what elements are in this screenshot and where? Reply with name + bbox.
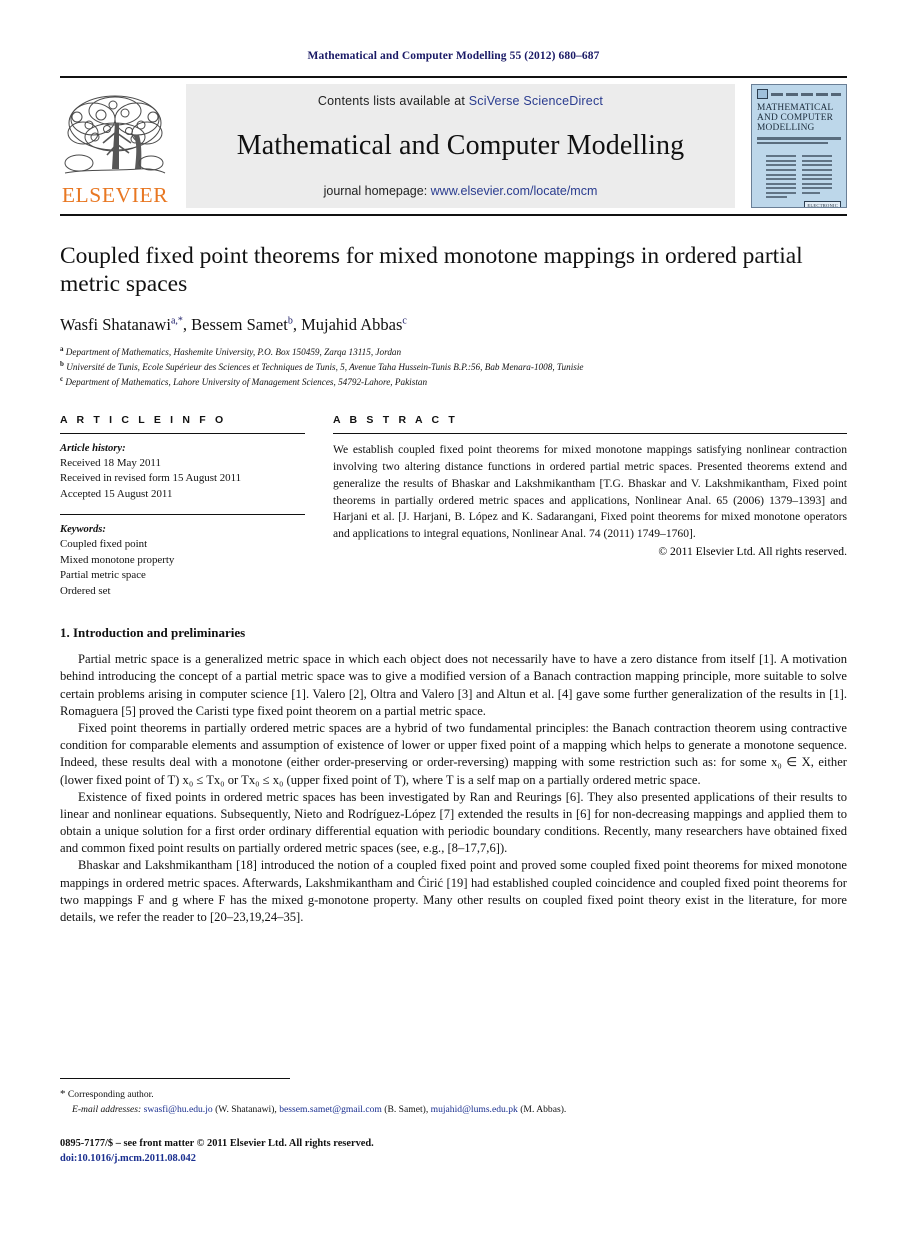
article-history-label: Article history: bbox=[60, 442, 126, 454]
cover-badge-icon bbox=[757, 89, 768, 99]
affiliation-text: Department of Mathematics, Hashemite Uni… bbox=[65, 346, 402, 357]
affiliation-item: c Department of Mathematics, Lahore Univ… bbox=[60, 374, 847, 389]
email-owner: (W. Shatanawi), bbox=[215, 1103, 277, 1115]
elsevier-wordmark: ELSEVIER bbox=[61, 182, 169, 207]
cover-subtitle-lines bbox=[757, 137, 841, 146]
email-addresses-line: E-mail addresses: swasfi@hu.edu.jo (W. S… bbox=[60, 1103, 850, 1117]
email-owner: (B. Samet), bbox=[384, 1103, 429, 1115]
history-item: Received in revised form 15 August 2011 bbox=[60, 472, 242, 485]
cover-sciencedirect-badge: ELECTRONIC ISSN bbox=[804, 201, 841, 208]
front-matter-text: 0895-7177/$ – see front matter © 2011 El… bbox=[60, 1138, 374, 1149]
title-block: Coupled fixed point theorems for mixed m… bbox=[60, 242, 847, 390]
cover-badge-line1: ELECTRONIC bbox=[807, 203, 838, 208]
body-paragraph: Fixed point theorems in partially ordere… bbox=[60, 720, 847, 787]
abstract-heading: A B S T R A C T bbox=[333, 413, 458, 426]
affiliation-text: Department of Mathematics, Lahore Univer… bbox=[65, 377, 428, 388]
keyword-item: Partial metric space bbox=[60, 569, 146, 582]
cover-title: MATHEMATICAL AND COMPUTER MODELLING bbox=[757, 103, 841, 133]
email-owner: (M. Abbas). bbox=[520, 1103, 567, 1115]
keyword-item: Mixed monotone property bbox=[60, 553, 175, 566]
affiliation-list: a Department of Mathematics, Hashemite U… bbox=[60, 344, 847, 390]
running-head: Mathematical and Computer Modelling 55 (… bbox=[307, 50, 600, 62]
cover-issue-line bbox=[771, 92, 841, 96]
cover-topline bbox=[757, 89, 841, 99]
page-title: Coupled fixed point theorems for mixed m… bbox=[60, 243, 803, 298]
author-name: Bessem Samet bbox=[191, 314, 288, 334]
body-paragraph: Bhaskar and Lakshmikantham [18] introduc… bbox=[60, 858, 847, 925]
body-paragraph: Existence of fixed points in ordered met… bbox=[60, 789, 847, 856]
affiliation-mark: c bbox=[60, 375, 64, 384]
abstract-column: A B S T R A C T We establish coupled fix… bbox=[333, 413, 847, 559]
journal-homepage-link[interactable]: www.elsevier.com/locate/mcm bbox=[431, 184, 598, 198]
article-info-heading: A R T I C L E I N F O bbox=[60, 413, 227, 426]
journal-title: Mathematical and Computer Modelling bbox=[236, 130, 685, 161]
email-link[interactable]: mujahid@lums.edu.pk bbox=[431, 1104, 518, 1115]
introduction-section: 1. Introduction and preliminaries Partia… bbox=[60, 625, 847, 926]
elsevier-logo: ELSEVIER bbox=[60, 84, 170, 208]
article-page: Mathematical and Computer Modelling 55 (… bbox=[0, 0, 907, 1238]
body-paragraph: Partial metric space is a generalized me… bbox=[60, 652, 847, 718]
affiliation-text: Université de Tunis, Ecole Supérieur des… bbox=[66, 362, 584, 373]
keywords-divider bbox=[60, 514, 305, 516]
sciencedirect-banner: Contents lists available at SciVerse Sci… bbox=[186, 84, 735, 208]
history-item: Accepted 15 August 2011 bbox=[60, 487, 173, 500]
contents-prefix: Contents lists available at bbox=[317, 94, 469, 108]
article-history: Article history: Received 18 May 2011 Re… bbox=[60, 441, 305, 502]
affiliation-mark: a bbox=[60, 344, 64, 353]
affiliation-item: a Department of Mathematics, Hashemite U… bbox=[60, 344, 847, 359]
corresponding-author-text: Corresponding author. bbox=[67, 1089, 154, 1100]
journal-masthead: ELSEVIER Contents lists available at Sci… bbox=[60, 76, 847, 216]
elsevier-tree-icon bbox=[64, 95, 166, 173]
email-addresses-label: E-mail addresses: bbox=[72, 1103, 142, 1115]
affiliation-item: b Université de Tunis, Ecole Supérieur d… bbox=[60, 359, 847, 374]
keyword-item: Coupled fixed point bbox=[60, 538, 148, 551]
author-name: Wasfi Shatanawi bbox=[60, 314, 171, 334]
keywords-label: Keywords: bbox=[60, 524, 106, 536]
affiliation-mark: b bbox=[60, 360, 64, 369]
author-mark: a,* bbox=[170, 315, 183, 327]
article-info-divider bbox=[60, 432, 305, 434]
abstract-copyright: © 2011 Elsevier Ltd. All rights reserved… bbox=[658, 545, 847, 559]
cover-footer: ELECTRONIC ISSN bbox=[757, 201, 841, 208]
email-link[interactable]: bessem.samet@gmail.com bbox=[279, 1104, 382, 1115]
abstract-divider bbox=[333, 432, 847, 434]
cover-column-left bbox=[766, 155, 796, 201]
homepage-prefix: journal homepage: bbox=[323, 184, 431, 198]
author-list: Wasfi Shatanawia,*, Bessem Sametb, Mujah… bbox=[60, 314, 407, 334]
doi-link[interactable]: doi:10.1016/j.mcm.2011.08.042 bbox=[60, 1151, 850, 1166]
corresponding-author-marker: * bbox=[60, 1088, 66, 1100]
keyword-item: Ordered set bbox=[60, 584, 111, 597]
article-info-column: A R T I C L E I N F O Article history: R… bbox=[60, 414, 305, 599]
cover-contents-columns bbox=[757, 155, 841, 201]
email-link[interactable]: swasfi@hu.edu.jo bbox=[144, 1104, 213, 1115]
corresponding-author-note: * Corresponding author. bbox=[60, 1086, 850, 1103]
contents-available-line: Contents lists available at SciVerse Sci… bbox=[318, 94, 603, 108]
history-item: Received 18 May 2011 bbox=[60, 456, 161, 469]
abstract-text: We establish coupled fixed point theorem… bbox=[333, 442, 847, 541]
footnote-block: * Corresponding author. E-mail addresses… bbox=[60, 1086, 850, 1117]
cover-title-line3: MODELLING bbox=[757, 122, 815, 133]
front-matter-block: 0895-7177/$ – see front matter © 2011 El… bbox=[60, 1136, 850, 1166]
author-mark: c bbox=[402, 315, 407, 327]
section-heading: 1. Introduction and preliminaries bbox=[60, 625, 246, 641]
keywords-block: Keywords: Coupled fixed point Mixed mono… bbox=[60, 522, 305, 599]
author-name: Mujahid Abbas bbox=[301, 314, 403, 334]
author-mark: b bbox=[287, 315, 293, 327]
footnote-divider bbox=[60, 1078, 290, 1079]
journal-homepage-line: journal homepage: www.elsevier.com/locat… bbox=[324, 184, 598, 198]
sciencedirect-link[interactable]: SciVerse ScienceDirect bbox=[469, 94, 603, 108]
cover-column-right bbox=[802, 155, 832, 201]
info-abstract-row: A R T I C L E I N F O Article history: R… bbox=[60, 414, 847, 599]
journal-cover-thumbnail: MATHEMATICAL AND COMPUTER MODELLING ELEC bbox=[751, 84, 847, 208]
